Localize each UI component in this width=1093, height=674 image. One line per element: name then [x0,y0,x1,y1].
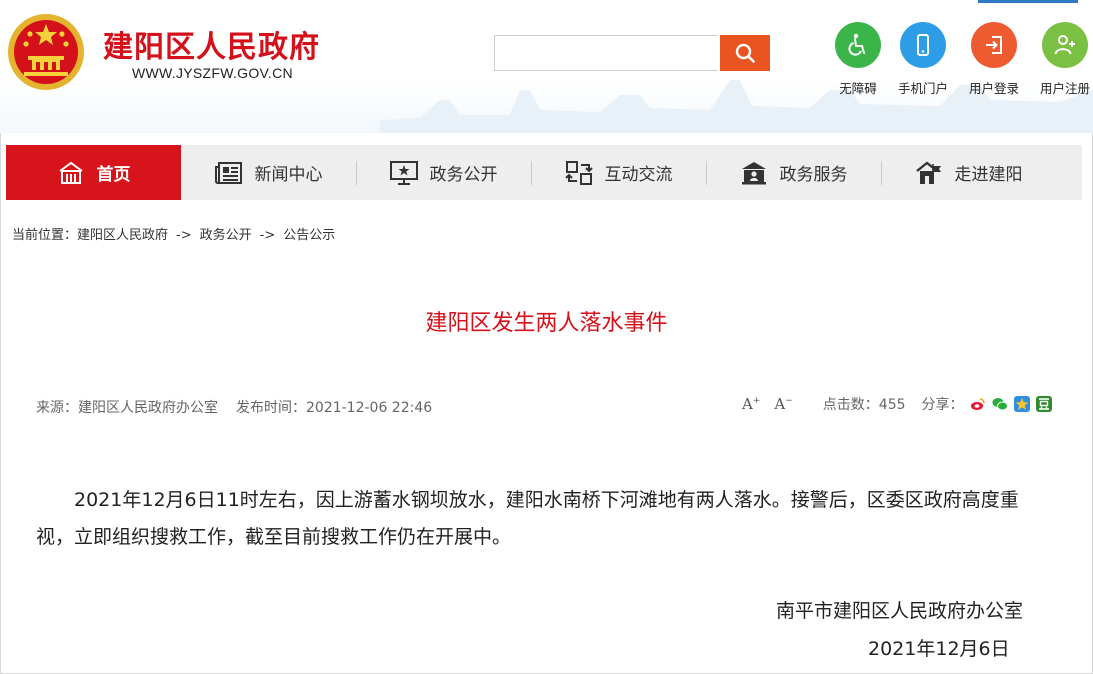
article-title: 建阳区发生两人落水事件 [425,311,668,336]
search-icon [735,43,755,63]
user-register-link[interactable]: 用户注册 [1030,22,1093,97]
article-signature: 南平市建阳区人民政府办公室 [776,600,1024,622]
nav-item-gov-services[interactable]: 政务服务 [706,145,881,200]
article-body: 2021年12月6日11时左右，因上游蓄水钢坝放水，建阳水南桥下河滩地有两人落水… [36,489,1019,548]
view-count: 点击数：455 [822,397,906,413]
breadcrumb-link-gov-affairs[interactable]: 政务公开 [200,228,252,243]
nav-label-gov-affairs: 政务公开 [429,165,498,185]
breadcrumb-link-announcements[interactable]: 公告公示 [283,228,335,243]
article-source: 来源：建阳区人民政府办公室 [36,400,218,416]
service-icon [740,159,768,187]
font-decrease-label: A [774,395,786,413]
national-emblem-icon [8,14,84,90]
user-add-icon [1042,22,1088,68]
board-icon [389,159,418,187]
nav-item-about-jianyang[interactable]: 走进建阳 [881,145,1056,200]
nav-item-interaction[interactable]: 互动交流 [531,145,706,200]
share-label: 分享： [921,397,964,413]
article-meta: 来源：建阳区人民政府办公室 发布时间：2021-12-06 22:46 [36,397,432,417]
user-login-label: 用户登录 [968,81,1019,96]
site-url: WWW.JYSZFW.GOV.CN [132,65,293,81]
nav-item-home[interactable]: 首页 [6,145,181,200]
nav-label-home: 首页 [96,165,131,185]
nav-item-gov-affairs[interactable]: 政务公开 [356,145,531,200]
nav-item-news[interactable]: 新闻中心 [181,145,356,200]
wechat-icon[interactable] [991,396,1008,412]
font-increase-label: A [742,395,753,413]
search-button[interactable] [720,35,770,71]
nav-label-gov-services: 政务服务 [779,165,848,185]
nav-label-news: 新闻中心 [254,165,323,185]
home-icon [57,159,85,187]
breadcrumb-separator: -> [176,228,192,243]
mobile-portal-label: 手机门户 [897,81,948,96]
newspaper-icon [214,159,243,187]
nav-label-about-jianyang: 走进建阳 [954,165,1023,185]
accessibility-label: 无障碍 [839,81,877,96]
user-login-link[interactable]: 用户登录 [959,22,1029,97]
breadcrumb-link-home[interactable]: 建阳区人民政府 [77,228,168,243]
minus-icon: − [785,396,793,406]
font-increase-button[interactable]: A+ [742,395,760,413]
breadcrumb-separator: -> [259,228,276,243]
weibo-icon[interactable] [969,396,986,412]
user-register-label: 用户注册 [1039,81,1090,96]
douban-icon[interactable] [1035,396,1052,412]
main-nav: 首页 新闻中心 政务公开 互动交流 政务服务 走进建阳 [6,145,1082,200]
article-date: 2021年12月6日 [868,638,1010,660]
mobile-icon [900,22,946,68]
search-input[interactable] [494,35,718,71]
breadcrumb: 当前位置：建阳区人民政府 -> 政务公开 -> 公告公示 [12,224,335,243]
plus-icon: + [752,396,761,406]
mobile-portal-link[interactable]: 手机门户 [888,22,958,97]
site-header: 建阳区人民政府 WWW.JYSZFW.GOV.CN 无障碍 手机门户 用户登录 … [0,0,1093,133]
breadcrumb-prefix: 当前位置： [12,228,78,243]
font-decrease-button[interactable]: A− [774,395,792,413]
top-accent-bar [978,0,1078,3]
nav-label-interaction: 互动交流 [604,165,673,185]
wheelchair-icon [835,22,881,68]
article-tools: A+ A− 点击数：455 分享： [742,394,1052,414]
exchange-icon [564,159,593,187]
accessibility-link[interactable]: 无障碍 [823,22,893,97]
article-publish-time: 发布时间：2021-12-06 22:46 [236,400,433,416]
site-name[interactable]: 建阳区人民政府 [103,22,320,66]
building-icon [915,159,943,187]
qzone-icon[interactable] [1013,396,1030,412]
login-icon [971,22,1017,68]
